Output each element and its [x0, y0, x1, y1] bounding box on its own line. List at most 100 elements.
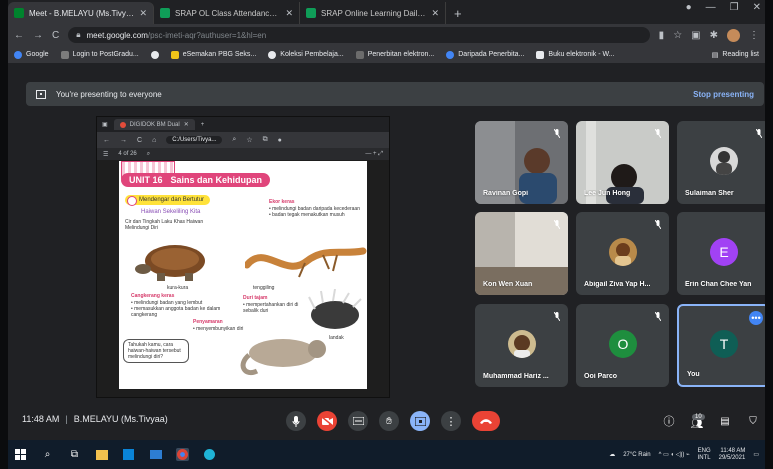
address-bar[interactable]: 🔒︎ meet.google.com/psc-imeti-aqr?authuse…	[68, 27, 650, 43]
participant-avatar	[710, 147, 738, 175]
participant-tile[interactable]: Lee Jun Hong	[576, 121, 669, 204]
bookmark-item[interactable]: Koleksi Pembelaja...	[268, 50, 344, 59]
bookmark-item[interactable]: eSemakan PBG Seks...	[170, 50, 256, 59]
bookmark-item[interactable]: Google	[14, 50, 49, 59]
close-tab-icon[interactable]: ✕	[285, 8, 293, 19]
microphone-button[interactable]	[286, 411, 306, 431]
bookmark-item[interactable]	[150, 50, 159, 59]
participant-tile[interactable]: E Erin Chan Chee Yan	[677, 212, 765, 295]
close-tab-icon[interactable]: ✕	[139, 8, 147, 19]
participant-name: Ooi Parco	[584, 373, 618, 380]
participant-tile[interactable]: Ravinan Gopi	[475, 121, 568, 204]
participant-tile[interactable]: Sulaiman Sher	[677, 121, 765, 204]
windows-start-icon[interactable]	[14, 448, 27, 461]
porcupine-image	[308, 289, 362, 329]
participant-avatar: E	[710, 238, 738, 266]
reading-list[interactable]: ▤ Reading list	[712, 51, 759, 59]
weather-icon[interactable]: ☁	[609, 451, 615, 458]
stop-presenting-button[interactable]: Stop presenting	[693, 90, 754, 99]
mic-off-icon	[554, 129, 560, 138]
back-icon: ←	[103, 136, 110, 144]
search-icon[interactable]: ⌕	[41, 448, 54, 461]
present-icon	[36, 89, 46, 99]
present-button[interactable]	[410, 411, 430, 431]
lizard-heading: Ekor keras	[269, 199, 295, 205]
extension-icon[interactable]: ▣	[691, 30, 700, 41]
profile-avatar[interactable]	[727, 28, 740, 42]
google-icon	[268, 50, 277, 59]
participant-tile[interactable]: Abigail Ziva Yap H...	[576, 212, 669, 295]
raise-hand-button[interactable]: ✋︎	[379, 411, 399, 431]
people-button[interactable]: 10 👥︎	[688, 412, 706, 430]
tab-label: SRAP OL Class Attendance ( Mi	[175, 8, 281, 18]
meeting-time: 11:48 AM	[22, 414, 60, 424]
meeting-details-button[interactable]: ⓘ	[660, 412, 678, 430]
more-options-button[interactable]: ⋮	[441, 411, 461, 431]
bookmark-item[interactable]: Buku elektronik - W...	[536, 50, 615, 59]
tab-attendance[interactable]: SRAP OL Class Attendance ( Mi ✕	[154, 2, 300, 24]
forward-icon: →	[120, 136, 127, 144]
chrome-icon[interactable]	[176, 448, 189, 461]
bookmark-item[interactable]: Daripada Penerbita...	[446, 50, 524, 59]
url-host: meet.google.com	[86, 30, 148, 40]
captions-button[interactable]	[348, 411, 368, 431]
bookmark-item[interactable]: Login to PostGradu...	[60, 50, 139, 59]
task-view-icon[interactable]: ⧉	[68, 448, 81, 461]
window-icon: ▣	[102, 122, 108, 128]
activities-button[interactable]: ⛉	[744, 412, 762, 430]
tray-icons[interactable]: ^ ▭ ◖ ◁)) ⌁	[659, 451, 690, 458]
participant-tile[interactable]: Kon Wen Xuan	[475, 212, 568, 295]
clock-time: 11:48 AM	[720, 447, 746, 454]
tab-daily-report[interactable]: SRAP Online Learning Daily Rep ✕	[300, 2, 446, 24]
bookmark-item[interactable]: Penerbitan elektron...	[355, 50, 435, 59]
new-tab-icon: +	[200, 121, 205, 128]
porcupine-label: landak	[329, 335, 344, 341]
unit-number: UNIT 16	[129, 175, 163, 185]
weather-text[interactable]: 27°C Rain	[623, 452, 650, 458]
camera-indicator-icon[interactable]: ▮	[659, 30, 665, 41]
profile-dot-icon[interactable]: ●	[686, 2, 692, 13]
store-icon[interactable]	[122, 448, 135, 461]
tortoise-image	[135, 245, 205, 281]
mic-off-icon	[655, 220, 661, 229]
page-indicator: 4 of 26	[118, 151, 137, 157]
zoom-icon: ⌕	[232, 136, 237, 143]
bookmark-label: Penerbitan elektron...	[367, 51, 435, 58]
file-explorer-icon[interactable]	[95, 448, 108, 461]
edge-icon[interactable]	[203, 448, 216, 461]
puzzle-icon[interactable]: ✱	[710, 30, 718, 41]
participant-name: Muhammad Hariz ...	[483, 373, 549, 380]
self-tile[interactable]: ••• T You	[677, 304, 765, 387]
close-tab-icon[interactable]: ✕	[431, 8, 439, 19]
notification-icon[interactable]: ▭	[753, 451, 759, 458]
chat-button[interactable]: ▤	[716, 412, 734, 430]
more-options-icon[interactable]: •••	[749, 311, 763, 325]
captions-icon	[352, 417, 364, 425]
new-tab-button[interactable]: +	[446, 6, 470, 24]
camera-button[interactable]	[317, 411, 337, 431]
forward-icon[interactable]: →	[33, 30, 43, 41]
participant-tile[interactable]: O Ooi Parco	[576, 304, 669, 387]
back-icon[interactable]: ←	[14, 30, 24, 41]
mic-off-icon	[756, 129, 762, 138]
people-icon: 👥︎	[690, 418, 704, 430]
camera-off-icon	[321, 416, 333, 426]
star-icon: ☆	[246, 137, 253, 144]
taskbar-clock[interactable]: 11:48 AM 29/5/2021	[719, 448, 746, 462]
participant-tile[interactable]: Muhammad Hariz ...	[475, 304, 568, 387]
bookmarks-bar: Google Login to PostGradu... eSemakan PB…	[8, 46, 765, 64]
star-icon[interactable]: ☆	[673, 30, 682, 41]
menu-icon[interactable]: ⋮	[749, 30, 759, 41]
presenting-banner: You're presenting to everyone Stop prese…	[26, 82, 764, 106]
minimize-icon[interactable]: —	[706, 2, 716, 13]
reload-icon[interactable]: C	[52, 30, 59, 41]
leave-call-button[interactable]	[472, 411, 500, 431]
more-vert-icon: ⋮	[445, 415, 457, 428]
mail-icon[interactable]	[149, 448, 162, 461]
bookmark-icon	[170, 50, 179, 59]
participant-name: Erin Chan Chee Yan	[685, 281, 752, 288]
tab-meet[interactable]: Meet - B.MELAYU (Ms.Tivyaa) ✕	[8, 2, 154, 24]
language-indicator[interactable]: ENG INTL	[698, 448, 711, 462]
maximize-icon[interactable]: ❐	[730, 2, 739, 13]
close-window-icon[interactable]: ✕	[753, 2, 761, 13]
